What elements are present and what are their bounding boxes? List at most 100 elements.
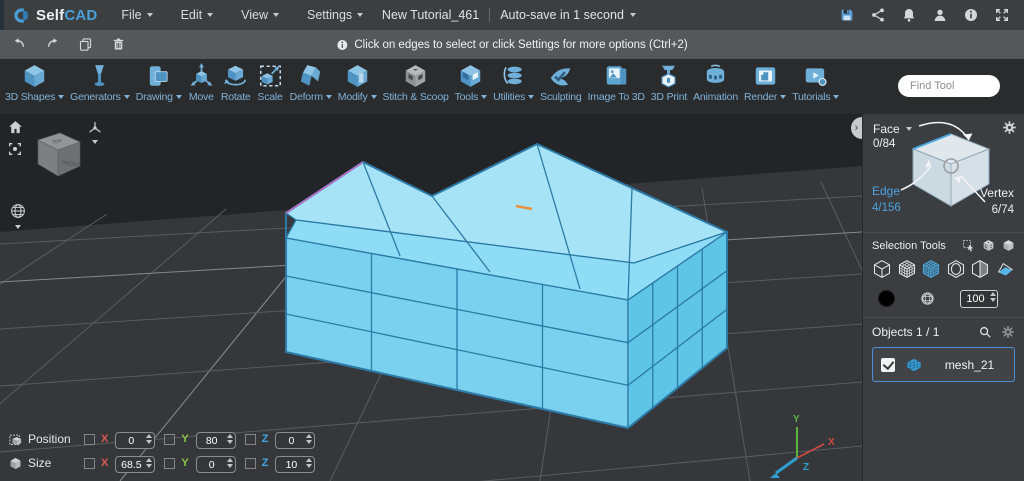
toolbar-tool[interactable]: Modify — [335, 59, 380, 103]
stitch-scoop-icon — [402, 63, 429, 89]
info-icon[interactable] — [963, 7, 979, 23]
axis-x-label: X — [101, 433, 109, 445]
select-cube-icon[interactable] — [872, 259, 892, 279]
find-tool-input[interactable] — [898, 75, 1000, 97]
gear-icon[interactable] — [1001, 325, 1015, 339]
toolbar-tool[interactable]: Sculpting — [537, 59, 584, 103]
axis-z-label: Z — [803, 462, 809, 473]
size-x-stepper[interactable] — [146, 457, 153, 468]
chevron-down-icon[interactable] — [15, 225, 21, 229]
toolbar-tool[interactable]: Render — [741, 59, 789, 103]
home-view-button[interactable] — [7, 119, 24, 136]
menu-item[interactable]: View — [241, 8, 279, 22]
redo-icon[interactable] — [45, 37, 60, 52]
object-visibility-checkbox[interactable] — [881, 357, 895, 372]
selfcad-logo-icon — [12, 6, 31, 25]
toolbar-tool[interactable]: 3D Print — [648, 59, 690, 103]
select-mesh-icon[interactable] — [897, 259, 917, 279]
toolbar-tool[interactable]: Generators — [67, 59, 133, 103]
logo-text: SelfCAD — [36, 6, 98, 24]
edge-mode-button[interactable]: Edge — [872, 184, 900, 198]
toolbar-tool[interactable]: Drawing — [133, 59, 185, 103]
selection-tools-label: Selection Tools — [872, 239, 946, 252]
size-row: Size X Y Z — [8, 453, 316, 473]
render-icon — [752, 63, 779, 89]
select-half-icon[interactable] — [970, 259, 990, 279]
size-z-checkbox[interactable] — [244, 457, 256, 469]
toolbar-tool[interactable]: Deform — [287, 59, 335, 103]
face-mode-dropdown[interactable]: Face — [873, 122, 912, 136]
axis-widget-button[interactable] — [87, 120, 103, 136]
position-icon — [8, 432, 23, 447]
menu-list: File Edit View Settings — [121, 8, 364, 22]
color-swatch[interactable] — [878, 289, 895, 307]
selection-mode-section: Face 0/84 Edge 4/156 Vertex 6/74 — [863, 114, 1024, 233]
position-label: Position — [28, 432, 71, 446]
document-header: New Tutorial_461 Auto-save in 1 second — [382, 0, 636, 30]
toolbar-tool[interactable]: Utilities — [490, 59, 537, 103]
select-mesh-active-icon[interactable] — [921, 259, 941, 279]
delete-icon[interactable] — [111, 37, 126, 52]
menu-item[interactable]: Settings — [307, 8, 364, 22]
position-y-stepper[interactable] — [226, 433, 233, 444]
selection-tools-section: Selection Tools — [863, 233, 1024, 318]
toolbar-tool[interactable]: Tools — [452, 59, 491, 103]
chevron-down-icon[interactable] — [92, 140, 98, 144]
gear-icon[interactable] — [1002, 120, 1017, 135]
perspective-globe-button[interactable] — [9, 202, 27, 220]
dice-cube-icon[interactable] — [982, 239, 995, 252]
chevron-down-icon — [207, 13, 214, 17]
copy-icon[interactable] — [78, 37, 93, 52]
position-x-checkbox[interactable] — [84, 433, 95, 445]
toolbar-tool[interactable]: Move — [185, 59, 218, 103]
position-z-checkbox[interactable] — [244, 433, 256, 445]
toolbar-tool[interactable]: Scale — [254, 59, 287, 103]
brush-size-stepper[interactable] — [990, 292, 996, 302]
toolbar-tool[interactable]: Tutorials — [789, 59, 842, 103]
fullscreen-icon[interactable] — [994, 7, 1010, 23]
axis-x-label: X — [101, 457, 109, 469]
save-icon[interactable] — [839, 7, 855, 23]
sphere-brush-icon[interactable] — [919, 290, 936, 307]
utilities-icon — [500, 63, 527, 89]
toolbar-tool[interactable]: Animation — [690, 59, 741, 103]
chevron-down-icon — [175, 95, 182, 99]
position-y-checkbox[interactable] — [164, 433, 176, 445]
toolbar-tool[interactable]: 3D Shapes — [2, 59, 67, 103]
move-icon — [188, 63, 215, 89]
focus-view-button[interactable] — [7, 141, 23, 157]
viewport-3d[interactable]: TOP FRONT Y X Z Position X 0 Y 80 Z 0 Si… — [0, 114, 862, 481]
position-z-stepper[interactable] — [306, 433, 313, 444]
menu-item[interactable]: File — [121, 8, 153, 22]
deform-icon — [297, 63, 324, 89]
select-round-icon[interactable] — [946, 259, 966, 279]
undo-icon[interactable] — [12, 37, 27, 52]
size-y-checkbox[interactable] — [164, 457, 176, 469]
size-z-stepper[interactable] — [306, 457, 313, 468]
size-y-stepper[interactable] — [226, 457, 233, 468]
toolbar-tool[interactable]: Stitch & Scoop — [380, 59, 452, 103]
chevron-down-icon — [528, 95, 535, 99]
share-icon[interactable] — [870, 7, 886, 23]
divider — [489, 8, 491, 22]
toolbar-tool[interactable]: Rotate — [218, 59, 254, 103]
autosave-status[interactable]: Auto-save in 1 second — [500, 8, 636, 22]
mesh-thumbnail-icon — [903, 355, 925, 375]
modify-icon — [344, 63, 371, 89]
object-list-item[interactable]: mesh_21 — [872, 347, 1015, 382]
position-x-stepper[interactable] — [146, 433, 153, 444]
user-icon[interactable] — [932, 7, 948, 23]
marquee-select-icon[interactable] — [962, 239, 975, 252]
select-plane-icon[interactable] — [995, 259, 1015, 279]
box-select-icon[interactable] — [1002, 239, 1015, 252]
vertex-mode-button[interactable]: Vertex — [980, 186, 1014, 200]
navigation-cube[interactable]: TOP FRONT — [37, 132, 81, 177]
menu-item[interactable]: Edit — [181, 8, 214, 22]
size-x-checkbox[interactable] — [84, 457, 95, 469]
tools-icon — [457, 63, 484, 89]
search-icon[interactable] — [978, 325, 992, 339]
bell-icon[interactable] — [901, 7, 917, 23]
chevron-down-icon — [370, 95, 377, 99]
toolbar-tool[interactable]: Image To 3D — [585, 59, 648, 103]
selfcad-logo[interactable]: SelfCAD — [4, 6, 105, 25]
